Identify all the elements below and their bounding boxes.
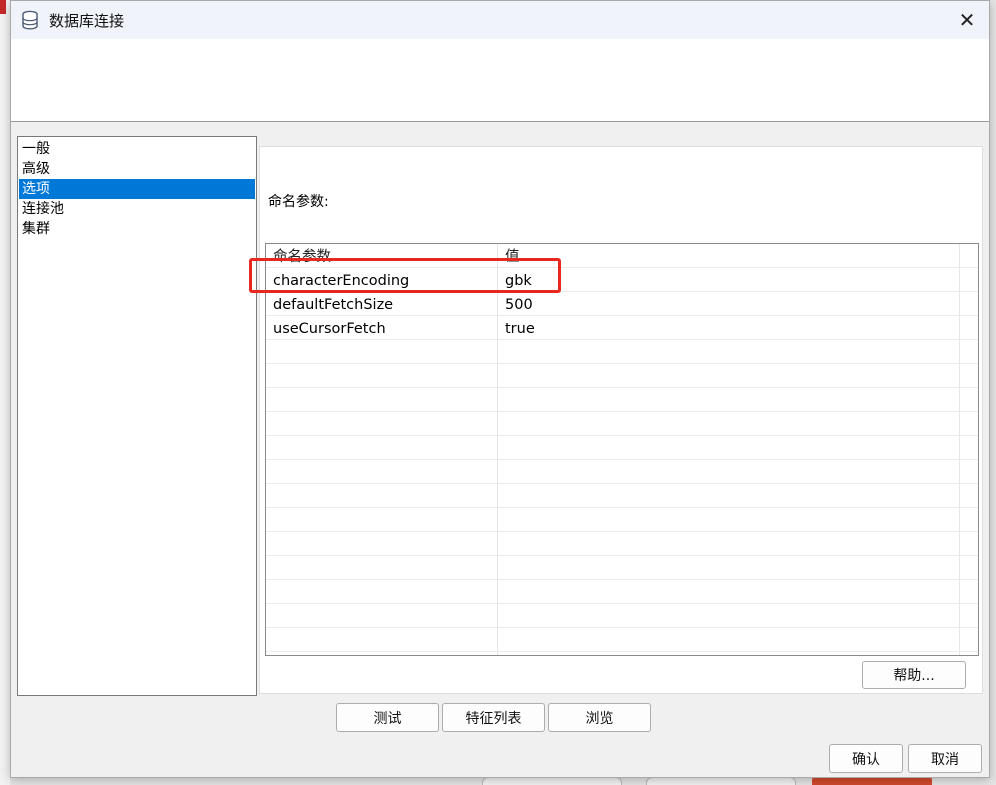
- nav-item-pooling[interactable]: 连接池: [19, 199, 255, 219]
- column-header-value[interactable]: 值: [505, 244, 955, 268]
- options-panel: 命名参数: 命名参数 值 characterEncoding gbk defau…: [259, 146, 983, 694]
- parameter-value-cell[interactable]: gbk: [505, 268, 955, 292]
- background-app-button: [482, 777, 622, 785]
- ok-button[interactable]: 确认: [829, 744, 903, 773]
- title-bar[interactable]: 数据库连接 ✕: [11, 1, 989, 39]
- help-button[interactable]: 帮助...: [862, 661, 966, 689]
- nav-item-cluster[interactable]: 集群: [19, 219, 255, 239]
- parameter-value-cell[interactable]: 500: [505, 292, 955, 316]
- background-app-button: [812, 777, 932, 785]
- test-button[interactable]: 测试: [336, 703, 439, 732]
- parameter-name-cell[interactable]: characterEncoding: [273, 268, 493, 292]
- empty-table-row[interactable]: [266, 556, 978, 580]
- close-button[interactable]: ✕: [953, 7, 981, 33]
- window-title: 数据库连接: [49, 11, 125, 30]
- feature-list-button[interactable]: 特征列表: [442, 703, 545, 732]
- parameter-value-cell[interactable]: true: [505, 316, 955, 340]
- parameter-name-cell[interactable]: useCursorFetch: [273, 316, 493, 340]
- nav-item-options[interactable]: 选项: [19, 179, 255, 199]
- nav-item-general[interactable]: 一般: [19, 139, 255, 159]
- empty-table-row[interactable]: [266, 604, 978, 628]
- background-app-button: [646, 777, 796, 785]
- category-list[interactable]: 一般 高级 选项 连接池 集群: [17, 136, 257, 696]
- parameter-name-cell[interactable]: defaultFetchSize: [273, 292, 493, 316]
- empty-table-row[interactable]: [266, 580, 978, 604]
- database-connection-dialog: 数据库连接 ✕ 一般 高级 选项 连接池 集群 命名参数: 命名参数 值 cha…: [10, 0, 990, 778]
- empty-table-row[interactable]: [266, 532, 978, 556]
- empty-table-row[interactable]: [266, 484, 978, 508]
- column-header-name[interactable]: 命名参数: [273, 244, 493, 268]
- nav-item-advanced[interactable]: 高级: [19, 159, 255, 179]
- browse-button[interactable]: 浏览: [548, 703, 651, 732]
- empty-table-row[interactable]: [266, 364, 978, 388]
- empty-table-row[interactable]: [266, 412, 978, 436]
- empty-table-row[interactable]: [266, 628, 978, 652]
- cancel-button[interactable]: 取消: [908, 744, 982, 773]
- database-icon: [22, 10, 38, 30]
- close-icon: ✕: [958, 8, 976, 32]
- empty-table-row[interactable]: [266, 508, 978, 532]
- empty-table-row[interactable]: [266, 388, 978, 412]
- empty-table-row[interactable]: [266, 436, 978, 460]
- parameters-table[interactable]: 命名参数 值 characterEncoding gbk defaultFetc…: [265, 243, 979, 656]
- empty-table-row[interactable]: [266, 460, 978, 484]
- table-row[interactable]: characterEncoding gbk: [266, 268, 978, 292]
- background-app-edge: [0, 0, 10, 785]
- background-app-marker: [0, 0, 6, 14]
- dialog-header-panel: [11, 39, 989, 122]
- table-row[interactable]: defaultFetchSize 500: [266, 292, 978, 316]
- named-parameters-label: 命名参数:: [268, 194, 329, 210]
- table-row[interactable]: useCursorFetch true: [266, 316, 978, 340]
- empty-table-row[interactable]: [266, 340, 978, 364]
- table-header-row: 命名参数 值: [266, 244, 978, 268]
